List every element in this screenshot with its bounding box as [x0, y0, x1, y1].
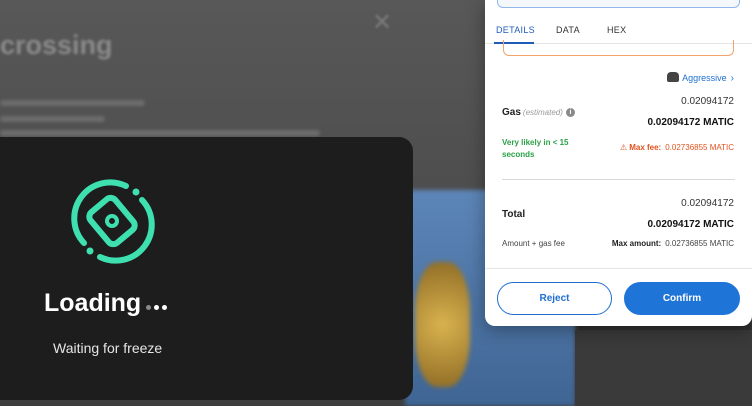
gorilla-icon [667, 72, 680, 82]
background-text-line [0, 116, 105, 122]
max-amount-label: Max amount: [611, 239, 662, 248]
max-amount-value: 0.02736855 MATIC [665, 239, 734, 248]
background-coin-image [415, 262, 470, 387]
chevron-right-icon: › [730, 73, 734, 84]
footer-divider [485, 268, 752, 269]
total-label: Total [502, 209, 526, 220]
background-title: crossing [0, 30, 113, 60]
loading-dots-icon [143, 289, 168, 318]
gas-preset-button[interactable]: Aggressive › [667, 72, 734, 84]
total-value-matic: 0.02094172 MATIC [647, 219, 734, 230]
gas-estimated-label: (estimated) [522, 108, 563, 117]
loading-title: Loading [44, 289, 168, 318]
total-value: 0.02094172 [681, 198, 734, 209]
amount-field-edge [497, 0, 740, 8]
gas-preset-label: Aggressive [682, 73, 727, 83]
transaction-confirmation-popup: DETAILS DATA HEX Aggressive › Gas (estimat… [485, 0, 752, 326]
confirm-button[interactable]: Confirm [624, 282, 740, 315]
max-fee: ⚠ Max fee: 0.02736855 MATIC [620, 143, 734, 152]
max-amount: Max amount: 0.02736855 MATIC [612, 239, 734, 248]
warning-box [503, 40, 734, 56]
loading-title-text: Loading [44, 289, 142, 317]
gas-value: 0.02094172 [681, 96, 734, 107]
rotating-card-icon [71, 179, 155, 264]
background-strip [575, 330, 752, 406]
background-text-line [0, 130, 320, 136]
tab-data[interactable]: DATA [556, 25, 580, 35]
max-fee-label: Max fee: [629, 143, 662, 152]
info-icon[interactable]: i [565, 108, 575, 117]
background-text-line [0, 100, 145, 106]
tab-details[interactable]: DETAILS [496, 25, 535, 35]
loading-modal: Loading Waiting for freeze [0, 137, 413, 400]
loading-subtitle: Waiting for freeze [53, 340, 163, 356]
gas-value-matic: 0.02094172 MATIC [647, 117, 734, 128]
gas-speed-estimate: Very likely in < 15 seconds [502, 138, 569, 159]
max-fee-value: 0.02736855 MATIC [665, 143, 734, 152]
tab-hex[interactable]: HEX [607, 25, 626, 35]
gas-label: Gas (estimated) i [502, 107, 575, 118]
gas-label-text: Gas [502, 107, 521, 118]
warning-icon: ⚠ [620, 143, 628, 152]
background-close-icon: ✕ [372, 9, 393, 36]
divider [502, 179, 735, 180]
amount-gas-fee-label: Amount + gas fee [502, 239, 565, 248]
reject-button[interactable]: Reject [497, 282, 612, 315]
